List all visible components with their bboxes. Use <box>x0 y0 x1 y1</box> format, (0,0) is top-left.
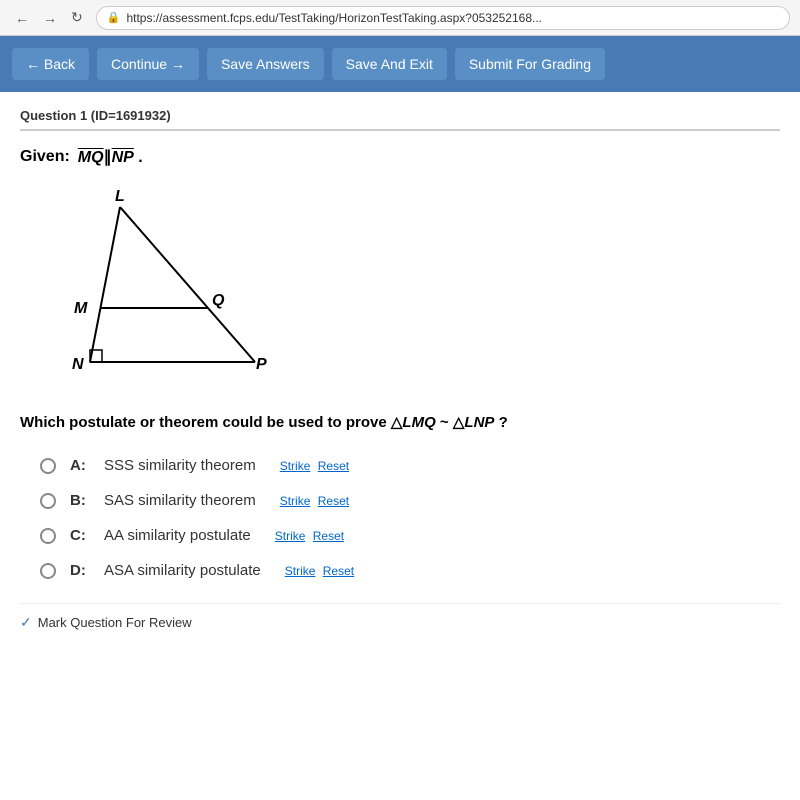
given-expression: MQ∥NP . <box>78 147 143 167</box>
strike-reset-b: Strike Reset <box>280 494 353 508</box>
strike-reset-a: Strike Reset <box>280 459 353 473</box>
answer-label-c: C: <box>70 527 90 544</box>
answer-item-d: D: ASA similarity postulate Strike Reset <box>40 562 780 579</box>
mark-review-section[interactable]: ✓ Mark Question For Review <box>20 603 780 631</box>
answer-label-d: D: <box>70 562 90 579</box>
strike-reset-c: Strike Reset <box>275 529 348 543</box>
reset-link-b[interactable]: Reset <box>318 494 349 508</box>
address-bar[interactable]: 🔒 https://assessment.fcps.edu/TestTaking… <box>96 6 790 30</box>
strike-reset-d: Strike Reset <box>285 564 358 578</box>
triangle-svg: L M Q N P <box>60 187 280 387</box>
mark-review-label: Mark Question For Review <box>38 615 192 630</box>
strike-link-c[interactable]: Strike <box>275 529 306 543</box>
reset-link-c[interactable]: Reset <box>313 529 344 543</box>
reset-link-d[interactable]: Reset <box>323 564 354 578</box>
back-button[interactable]: ← Back <box>12 48 89 80</box>
radio-c[interactable] <box>40 528 56 544</box>
answer-label-a: A: <box>70 457 90 474</box>
strike-link-a[interactable]: Strike <box>280 459 311 473</box>
content-area: Question 1 (ID=1691932) Given: MQ∥NP . L… <box>0 92 800 800</box>
browser-bar: ← → ↻ 🔒 https://assessment.fcps.edu/Test… <box>0 0 800 36</box>
url-text: https://assessment.fcps.edu/TestTaking/H… <box>126 11 542 25</box>
answer-text-b: SAS similarity theorem <box>104 492 256 509</box>
triangle-lmq: △LMQ <box>391 414 436 431</box>
geometry-figure: L M Q N P <box>60 187 780 392</box>
triangle-lnp: △LNP <box>453 414 495 431</box>
back-nav-button[interactable]: ← <box>10 8 34 28</box>
save-exit-button[interactable]: Save And Exit <box>332 48 447 80</box>
answer-choices: A: SSS similarity theorem Strike Reset B… <box>40 457 780 579</box>
continue-button[interactable]: Continue → <box>97 48 199 80</box>
answer-text-d: ASA similarity postulate <box>104 562 261 579</box>
lock-icon: 🔒 <box>107 11 121 24</box>
given-label: Given: <box>20 148 70 166</box>
given-section: Given: MQ∥NP . <box>20 147 780 167</box>
strike-link-b[interactable]: Strike <box>280 494 311 508</box>
save-answers-button[interactable]: Save Answers <box>207 48 324 80</box>
strike-link-d[interactable]: Strike <box>285 564 316 578</box>
label-L: L <box>115 188 125 205</box>
reset-link-a[interactable]: Reset <box>318 459 349 473</box>
checkmark-icon: ✓ <box>20 614 32 631</box>
answer-text-a: SSS similarity theorem <box>104 457 256 474</box>
submit-button[interactable]: Submit For Grading <box>455 48 605 80</box>
mq-overline: MQ <box>78 149 104 166</box>
toolbar: ← Back Continue → Save Answers Save And … <box>0 36 800 92</box>
question-header: Question 1 (ID=1691932) <box>20 108 780 131</box>
forward-nav-button[interactable]: → <box>38 8 62 28</box>
answer-text-c: AA similarity postulate <box>104 527 251 544</box>
question-text: Which postulate or theorem could be used… <box>20 412 780 433</box>
radio-d[interactable] <box>40 563 56 579</box>
radio-a[interactable] <box>40 458 56 474</box>
answer-item-c: C: AA similarity postulate Strike Reset <box>40 527 780 544</box>
np-overline: NP <box>112 149 134 166</box>
label-N: N <box>72 356 84 373</box>
label-M: M <box>74 300 88 317</box>
answer-item-b: B: SAS similarity theorem Strike Reset <box>40 492 780 509</box>
refresh-button[interactable]: ↻ <box>66 7 88 28</box>
answer-item-a: A: SSS similarity theorem Strike Reset <box>40 457 780 474</box>
radio-b[interactable] <box>40 493 56 509</box>
answer-label-b: B: <box>70 492 90 509</box>
nav-buttons: ← → ↻ <box>10 7 88 28</box>
label-P: P <box>256 356 267 373</box>
label-Q: Q <box>212 292 225 309</box>
